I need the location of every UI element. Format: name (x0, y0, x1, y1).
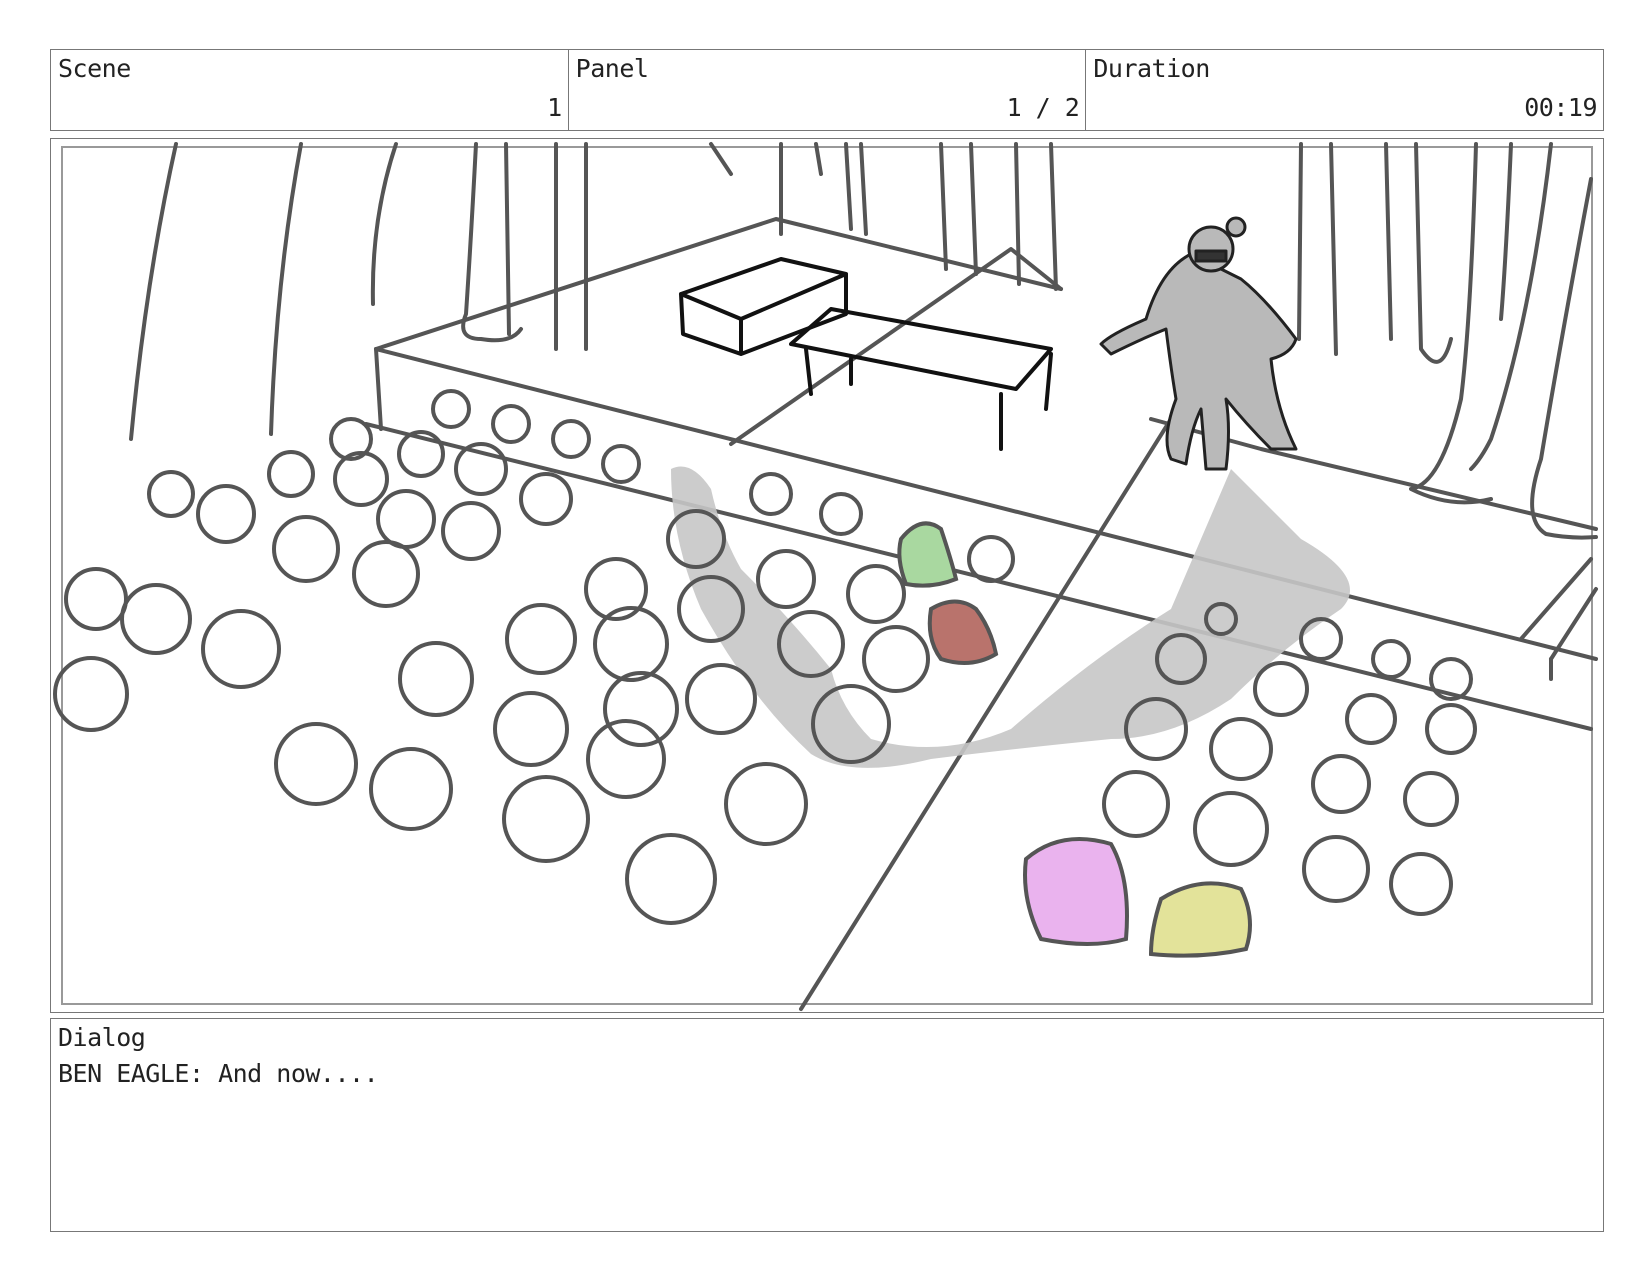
scene-cell: Scene 1 (51, 50, 568, 130)
panel-number: 1 / 2 (1006, 93, 1080, 122)
green-audience-member (897, 521, 959, 588)
duration-label: Duration (1093, 54, 1210, 83)
scene-label: Scene (58, 54, 131, 83)
dialog-box: Dialog BEN EAGLE: And now.... (50, 1018, 1604, 1232)
pink-audience-member (1023, 837, 1129, 946)
duration-value: 00:19 (1524, 93, 1598, 122)
yellow-audience-member (1148, 881, 1252, 958)
dialog-label: Dialog (58, 1023, 146, 1052)
duration-cell: Duration 00:19 (1085, 50, 1603, 130)
table-prop (789, 307, 1053, 451)
curtain-right (1297, 142, 1598, 540)
storyboard-frame (50, 138, 1604, 1013)
stage-props (679, 257, 1053, 451)
scene-number: 1 (547, 93, 562, 122)
storyboard-sketch (53, 142, 1598, 1011)
panel-label: Panel (575, 54, 649, 83)
panel-header: Scene 1 Panel 1 / 2 Duration 00:19 (50, 49, 1604, 131)
dialog-text: BEN EAGLE: And now.... (58, 1059, 379, 1088)
curtain-left (129, 142, 588, 441)
bench-prop (679, 257, 848, 356)
panel-cell: Panel 1 / 2 (567, 50, 1086, 130)
red-audience-member (927, 599, 999, 665)
